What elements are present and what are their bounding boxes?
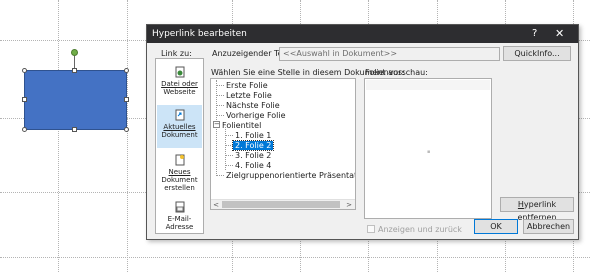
tree-item[interactable]: Vorherige Folie <box>226 111 286 120</box>
link-item-label: Neues <box>168 168 191 176</box>
tree-item[interactable]: 3. Folie 2 <box>235 151 271 160</box>
link-item-label: erstellen <box>164 184 195 192</box>
scrollbar-thumb[interactable] <box>222 201 340 208</box>
resize-handle-top-left[interactable] <box>22 68 27 73</box>
rotation-line <box>74 55 75 69</box>
preview-label: Folienvorschau: <box>365 68 428 77</box>
resize-handle-top[interactable] <box>72 68 77 73</box>
current-document-icon <box>175 109 184 121</box>
tree-line <box>216 175 224 176</box>
link-item-label: Aktuelles <box>163 123 196 131</box>
place-tree[interactable]: − Erste Folie Letzte Folie Nächste Folie… <box>210 78 356 210</box>
resize-handle-top-right[interactable] <box>124 68 129 73</box>
scroll-right-icon[interactable]: > <box>344 200 354 209</box>
edit-hyperlink-dialog: Hyperlink bearbeiten ? ✕ Link zu: Anzuze… <box>146 24 579 240</box>
tree-item[interactable]: Letzte Folie <box>226 91 272 100</box>
scroll-left-icon[interactable]: < <box>211 200 221 209</box>
resize-handle-bottom-left[interactable] <box>22 127 27 132</box>
link-to-email[interactable]: E-Mail-Adresse <box>157 197 202 231</box>
link-item-label: Webseite <box>163 88 196 96</box>
tree-line <box>216 85 224 86</box>
remove-hyperlink-button[interactable]: Hyperlink entfernen <box>500 197 574 222</box>
link-item-label: Dokument <box>161 176 198 184</box>
resize-handle-bottom-right[interactable] <box>124 127 129 132</box>
tree-item[interactable]: 1. Folie 1 <box>235 131 271 140</box>
collapse-toggle[interactable]: − <box>213 121 220 128</box>
show-return-checkbox[interactable] <box>367 225 375 233</box>
resize-handle-left[interactable] <box>22 97 27 102</box>
file-web-icon <box>175 66 184 78</box>
tree-line <box>216 115 224 116</box>
link-item-label: E-Mail-Adresse <box>165 215 194 231</box>
show-return-label: Anzeigen und zurück <box>378 225 462 234</box>
display-text-value: <<Auswahl in Dokument>> <box>283 49 398 58</box>
help-icon[interactable]: ? <box>532 28 537 39</box>
tree-item[interactable]: Nächste Folie <box>226 101 280 110</box>
tree-item[interactable]: Zielgruppenorientierte Präsentationen <box>226 171 355 180</box>
slide-preview: ▪ <box>364 78 492 219</box>
quickinfo-button[interactable]: QuickInfo... <box>503 46 571 61</box>
tree-line <box>225 145 233 146</box>
slide-guide <box>0 257 590 258</box>
tree-line <box>216 95 224 96</box>
display-text-input[interactable]: <<Auswahl in Dokument>> <box>279 47 500 61</box>
dialog-title: Hyperlink bearbeiten <box>152 29 247 39</box>
tree-line <box>225 135 233 136</box>
tree-line <box>225 155 233 156</box>
tree-line <box>225 127 226 170</box>
link-to-current-document[interactable]: Aktuelles Dokument <box>157 105 202 148</box>
horizontal-scrollbar[interactable]: < > <box>211 199 355 209</box>
tree-item[interactable]: Folientitel <box>222 121 261 130</box>
link-to-file-web[interactable]: Datei oder Webseite <box>157 62 202 105</box>
link-to-label: Link zu: <box>161 49 192 58</box>
link-to-panel: Datei oder Webseite Aktuelles Dokument N… <box>155 58 204 234</box>
ok-button[interactable]: OK <box>474 219 518 234</box>
rotation-handle[interactable] <box>71 49 78 56</box>
link-item-label: Dokument <box>161 131 198 139</box>
tree-line <box>225 165 233 166</box>
preview-dot: ▪ <box>427 149 431 155</box>
tree-item[interactable]: Erste Folie <box>226 81 268 90</box>
email-icon <box>175 201 184 213</box>
close-icon[interactable]: ✕ <box>555 27 564 40</box>
cancel-button[interactable]: Abbrechen <box>523 219 574 234</box>
resize-handle-bottom[interactable] <box>72 127 77 132</box>
rectangle-shape[interactable] <box>24 70 127 130</box>
link-item-label: Datei oder <box>161 80 198 88</box>
tree-item[interactable]: 4. Folie 4 <box>235 161 271 170</box>
preview-highlight <box>366 80 490 90</box>
dialog-titlebar[interactable]: Hyperlink bearbeiten ? ✕ <box>147 25 578 43</box>
link-to-new-document[interactable]: Neues Dokument erstellen <box>157 150 202 197</box>
tree-line <box>216 105 224 106</box>
tree-item-selected[interactable]: 2. Folie 2 <box>231 140 275 151</box>
resize-handle-right[interactable] <box>124 97 129 102</box>
new-document-icon <box>175 154 184 166</box>
